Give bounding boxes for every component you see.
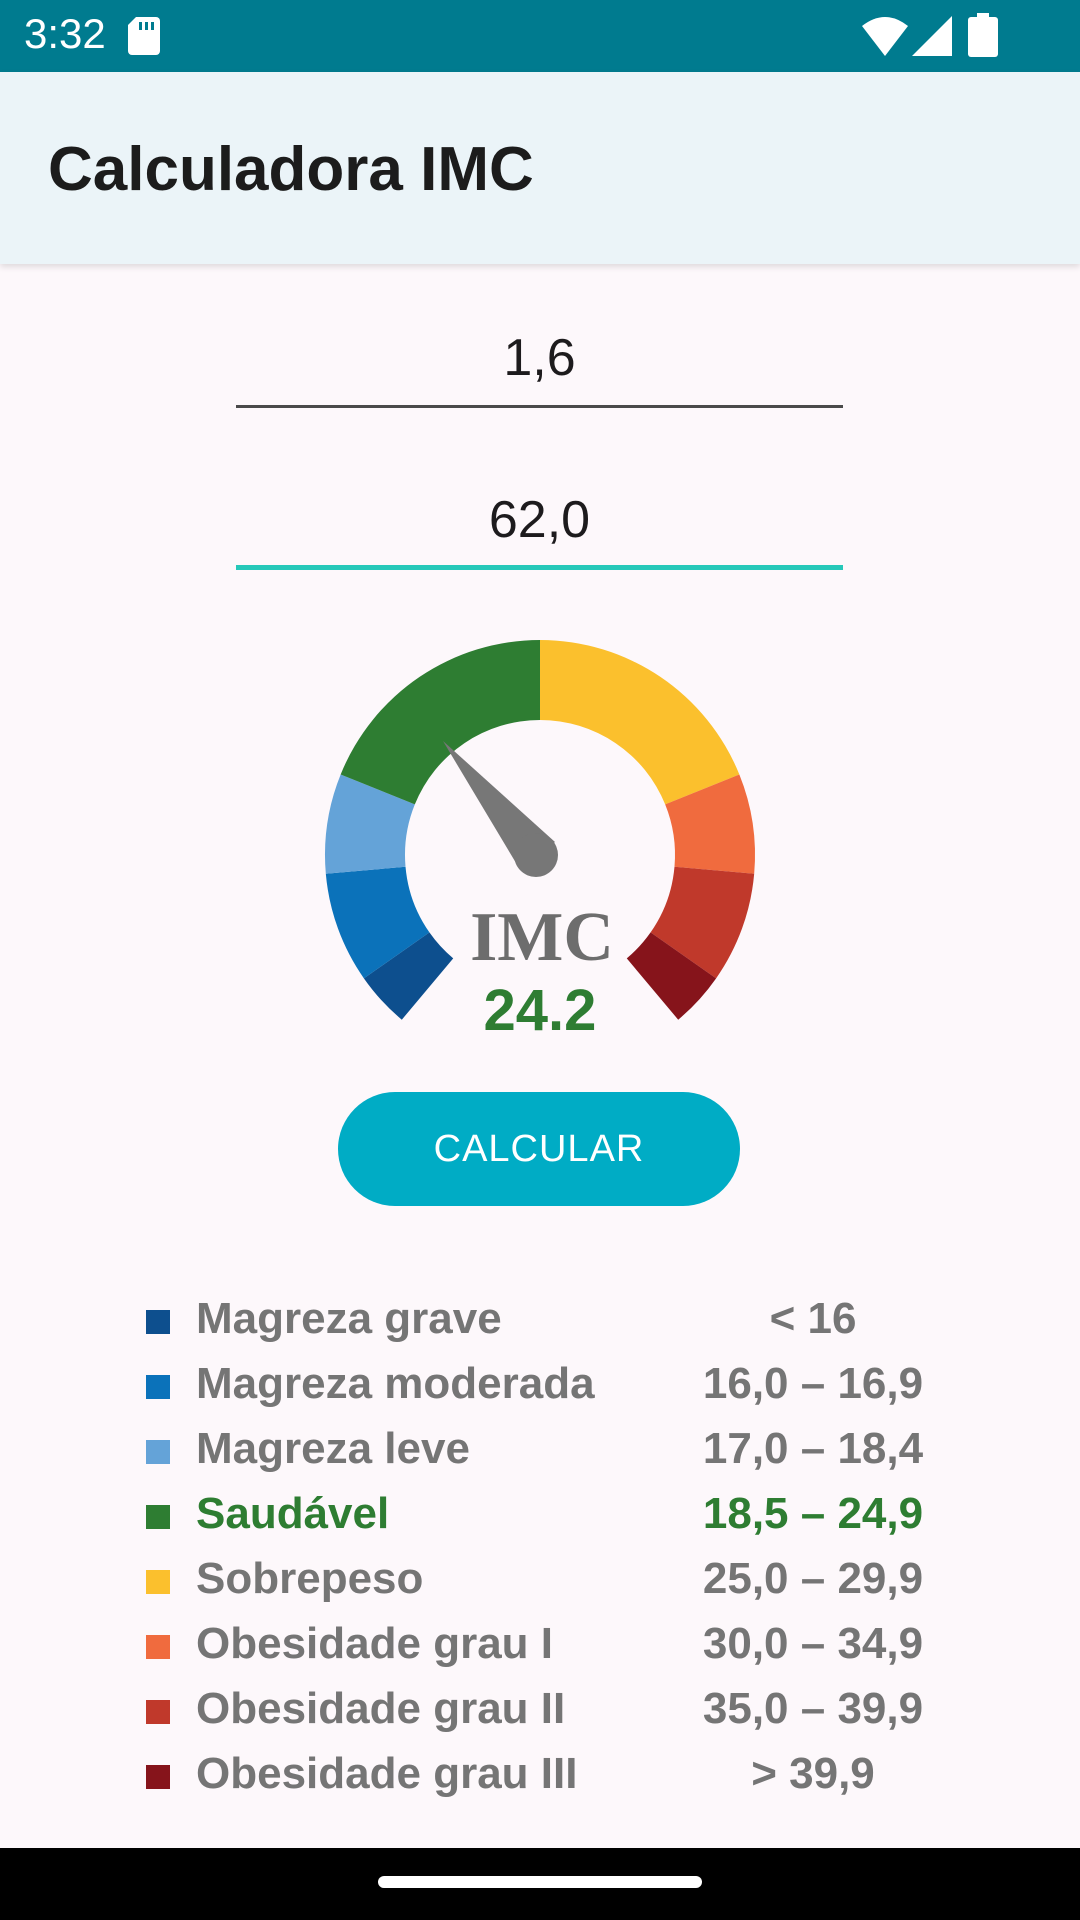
home-handle[interactable]: [378, 1876, 702, 1888]
sd-card-icon: [128, 17, 160, 55]
imc-gauge: IMC 24.2: [325, 640, 755, 1040]
legend-swatch: [146, 1505, 170, 1529]
weight-field[interactable]: [236, 478, 843, 570]
app-bar: Calculadora IMC: [0, 72, 1080, 264]
legend-label: Magreza grave: [196, 1294, 502, 1343]
legend-row-magreza-moderada: Magreza moderada 16,0 – 16,9: [146, 1359, 946, 1424]
legend-swatch: [146, 1700, 170, 1724]
signal-icon: [912, 16, 952, 56]
legend-row-sobrepeso: Sobrepeso 25,0 – 29,9: [146, 1554, 946, 1619]
legend-range: < 16: [769, 1294, 857, 1343]
legend-swatch: [146, 1635, 170, 1659]
legend-range: > 39,9: [751, 1749, 875, 1798]
wifi-icon: [862, 17, 908, 56]
legend-range: 18,5 – 24,9: [702, 1489, 924, 1538]
legend-label: Magreza moderada: [196, 1359, 595, 1408]
weight-input-underline: [236, 565, 843, 570]
battery-icon: [968, 13, 998, 57]
legend-range: 16,0 – 16,9: [702, 1359, 924, 1408]
gauge-segment-5: [540, 640, 740, 805]
legend-row-magreza-leve: Magreza leve 17,0 – 18,4: [146, 1424, 946, 1489]
legend-label: Obesidade grau II: [196, 1684, 566, 1733]
app-title: Calculadora IMC: [48, 135, 534, 204]
gauge-segment-4: [340, 640, 540, 805]
legend-range: 30,0 – 34,9: [702, 1619, 924, 1668]
legend-label: Sobrepeso: [196, 1554, 424, 1603]
height-input[interactable]: [236, 316, 843, 400]
imc-legend: Magreza grave < 16 Magreza moderada 16,0…: [146, 1294, 946, 1814]
legend-row-magreza-grave: Magreza grave < 16: [146, 1294, 946, 1359]
legend-swatch: [146, 1375, 170, 1399]
weight-input[interactable]: [236, 478, 843, 562]
calculate-button[interactable]: CALCULAR: [338, 1092, 740, 1206]
status-time: 3:32: [24, 10, 106, 57]
height-field[interactable]: [236, 316, 843, 408]
legend-label: Magreza leve: [196, 1424, 470, 1473]
legend-row-obesidade-grau-3: Obesidade grau III > 39,9: [146, 1749, 946, 1814]
legend-range: 35,0 – 39,9: [702, 1684, 924, 1733]
legend-swatch: [146, 1765, 170, 1789]
status-bar: 3:32: [0, 0, 1080, 72]
legend-row-obesidade-grau-1: Obesidade grau I 30,0 – 34,9: [146, 1619, 946, 1684]
legend-range: 25,0 – 29,9: [702, 1554, 924, 1603]
gauge-label: IMC: [470, 899, 614, 976]
legend-swatch: [146, 1440, 170, 1464]
legend-swatch: [146, 1570, 170, 1594]
legend-label: Saudável: [196, 1489, 390, 1538]
legend-row-saudavel: Saudável 18,5 – 24,9: [146, 1489, 946, 1554]
gauge-needle: [443, 741, 558, 877]
legend-label: Obesidade grau I: [196, 1619, 553, 1668]
legend-label: Obesidade grau III: [196, 1749, 578, 1798]
gauge-value: 24.2: [484, 978, 597, 1040]
height-input-underline: [236, 405, 843, 408]
legend-row-obesidade-grau-2: Obesidade grau II 35,0 – 39,9: [146, 1684, 946, 1749]
legend-swatch: [146, 1310, 170, 1334]
legend-range: 17,0 – 18,4: [702, 1424, 924, 1473]
